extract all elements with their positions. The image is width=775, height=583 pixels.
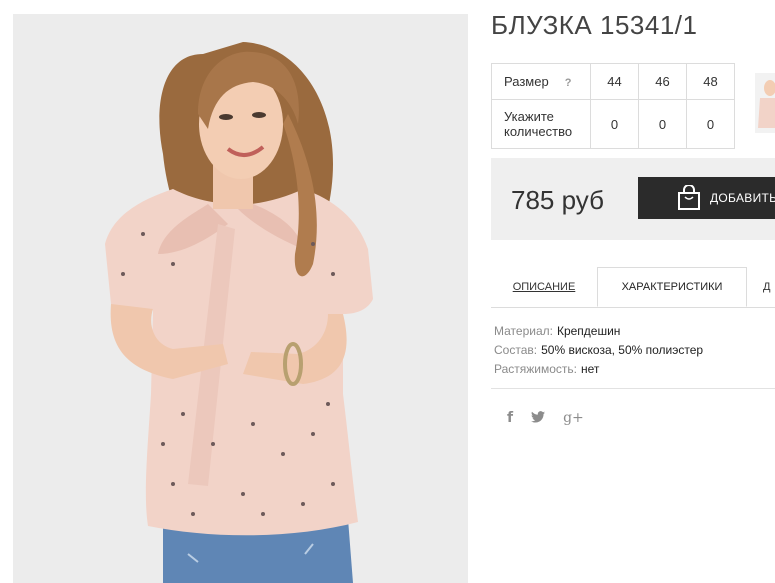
size-help-icon[interactable]: ?	[565, 77, 572, 89]
property-key: Растяжимость:	[494, 362, 578, 376]
size-label-cell: Размер?	[491, 63, 591, 100]
property-key: Состав:	[494, 343, 538, 357]
property-row: Состав: 50% вискоза, 50% полиэстер	[494, 341, 703, 360]
tab-description[interactable]: ОПИСАНИЕ	[491, 267, 597, 307]
add-to-cart-button[interactable]: ДОБАВИТЬ	[638, 177, 775, 219]
add-to-cart-label: ДОБАВИТЬ	[710, 191, 775, 205]
property-row: Материал: Крепдешин	[494, 322, 703, 341]
thumbnail-image	[755, 73, 775, 133]
size-table: Размер? 44 46 48 Укажите количество 0 0 …	[491, 63, 735, 149]
property-row: Растяжимость: нет	[494, 360, 703, 379]
quantity-input-44[interactable]: 0	[590, 99, 639, 149]
tab-characteristics[interactable]: ХАРАКТЕРИСТИКИ	[597, 267, 747, 307]
social-share: f g+	[507, 410, 584, 426]
product-price: 785 руб	[511, 185, 604, 215]
googleplus-icon[interactable]: g+	[563, 410, 584, 426]
quantity-input-48[interactable]: 0	[686, 99, 735, 149]
size-label: Размер	[504, 74, 549, 89]
size-48[interactable]: 48	[686, 63, 735, 100]
quantity-label: Укажите количество	[491, 99, 591, 149]
property-key: Материал:	[494, 324, 553, 338]
product-properties: Материал: Крепдешин Состав: 50% вискоза, 5…	[494, 322, 703, 379]
twitter-icon[interactable]	[531, 410, 546, 426]
tab-delivery[interactable]: Д	[763, 267, 775, 307]
product-tabs: ОПИСАНИЕ ХАРАКТЕРИСТИКИ Д	[491, 267, 775, 308]
product-photo[interactable]	[13, 14, 468, 583]
size-44[interactable]: 44	[590, 63, 639, 100]
property-value: нет	[581, 362, 600, 376]
property-value: Крепдешин	[556, 324, 621, 338]
product-title: БЛУЗКА 15341/1	[491, 10, 698, 40]
facebook-icon[interactable]: f	[507, 410, 513, 426]
quantity-input-46[interactable]: 0	[638, 99, 687, 149]
shopping-bag-icon	[677, 184, 701, 214]
product-thumbnail[interactable]	[755, 73, 775, 133]
divider	[491, 388, 775, 389]
model-illustration	[13, 14, 468, 583]
property-value: 50% вискоза, 50% полиэстер	[541, 343, 704, 357]
buy-box: 785 руб ДОБАВИТЬ	[491, 158, 775, 240]
size-46[interactable]: 46	[638, 63, 687, 100]
